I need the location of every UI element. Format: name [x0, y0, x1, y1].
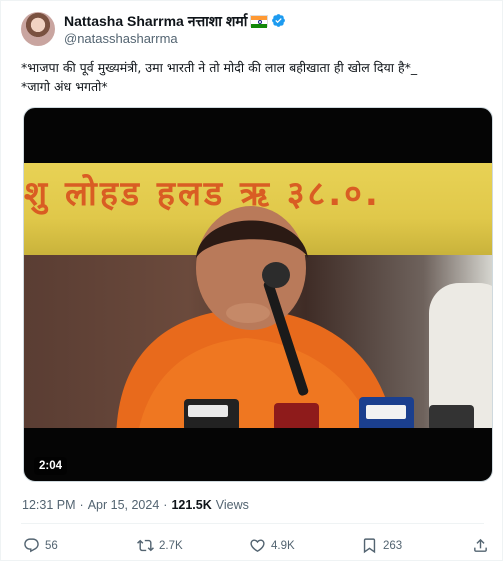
tweet-date[interactable]: Apr 15, 2024: [88, 498, 160, 512]
author-handle[interactable]: @natasshasharrma: [64, 30, 286, 47]
views-label: Views: [215, 498, 249, 512]
reply-count: 56: [45, 539, 58, 552]
views-count: 121.5K: [171, 498, 212, 512]
tweet-text-line-2: *जागो अंध भगतो*: [21, 79, 108, 94]
avatar[interactable]: [21, 12, 55, 46]
video-player[interactable]: शु लोहड हलड ऋ ३८.०. 2:04: [23, 107, 493, 482]
video-duration-badge: 2:04: [34, 457, 68, 475]
tweet-card: Nattasha Sharrma नत्ताशा शर्मा @natassha…: [0, 0, 503, 561]
verified-badge-icon: [272, 14, 286, 27]
india-flag-icon: [250, 14, 269, 28]
tweet-time[interactable]: 12:31 PM: [22, 498, 76, 512]
reply-icon: [24, 538, 39, 553]
tweet-text-line-1: *भाजपा की पूर्व मुख्यमंत्री, उमा भारती न…: [21, 60, 418, 75]
meta-separator: ·: [79, 498, 84, 512]
author-display-name[interactable]: Nattasha Sharrma नत्ताशा शर्मा: [64, 12, 247, 30]
video-microphones: [184, 397, 474, 428]
tweet-header: Nattasha Sharrma नत्ताशा शर्मा @natassha…: [21, 9, 491, 49]
share-button[interactable]: [472, 537, 489, 554]
video-frame: शु लोहड हलड ऋ ३८.०.: [24, 163, 492, 428]
tweet-metadata: 12:31 PM · Apr 15, 2024 · 121.5K Views: [22, 498, 249, 512]
repost-icon: [137, 539, 154, 552]
meta-separator: ·: [163, 498, 168, 512]
reply-button[interactable]: 56: [23, 537, 58, 554]
author-info: Nattasha Sharrma नत्ताशा शर्मा @natassha…: [64, 12, 286, 47]
bookmark-icon: [363, 538, 376, 554]
author-name-row: Nattasha Sharrma नत्ताशा शर्मा: [64, 12, 286, 30]
share-icon: [474, 538, 487, 552]
repost-count: 2.7K: [159, 539, 183, 552]
bookmark-count: 263: [383, 539, 403, 552]
repost-button[interactable]: 2.7K: [137, 537, 183, 554]
divider: [21, 523, 484, 524]
like-count: 4.9K: [271, 539, 295, 552]
bookmark-button[interactable]: 263: [361, 537, 402, 554]
action-bar: 56 2.7K 4.9K 263: [23, 537, 493, 559]
heart-icon: [250, 539, 265, 552]
like-button[interactable]: 4.9K: [249, 537, 295, 554]
tweet-text: *भाजपा की पूर्व मुख्यमंत्री, उमा भारती न…: [21, 58, 491, 96]
